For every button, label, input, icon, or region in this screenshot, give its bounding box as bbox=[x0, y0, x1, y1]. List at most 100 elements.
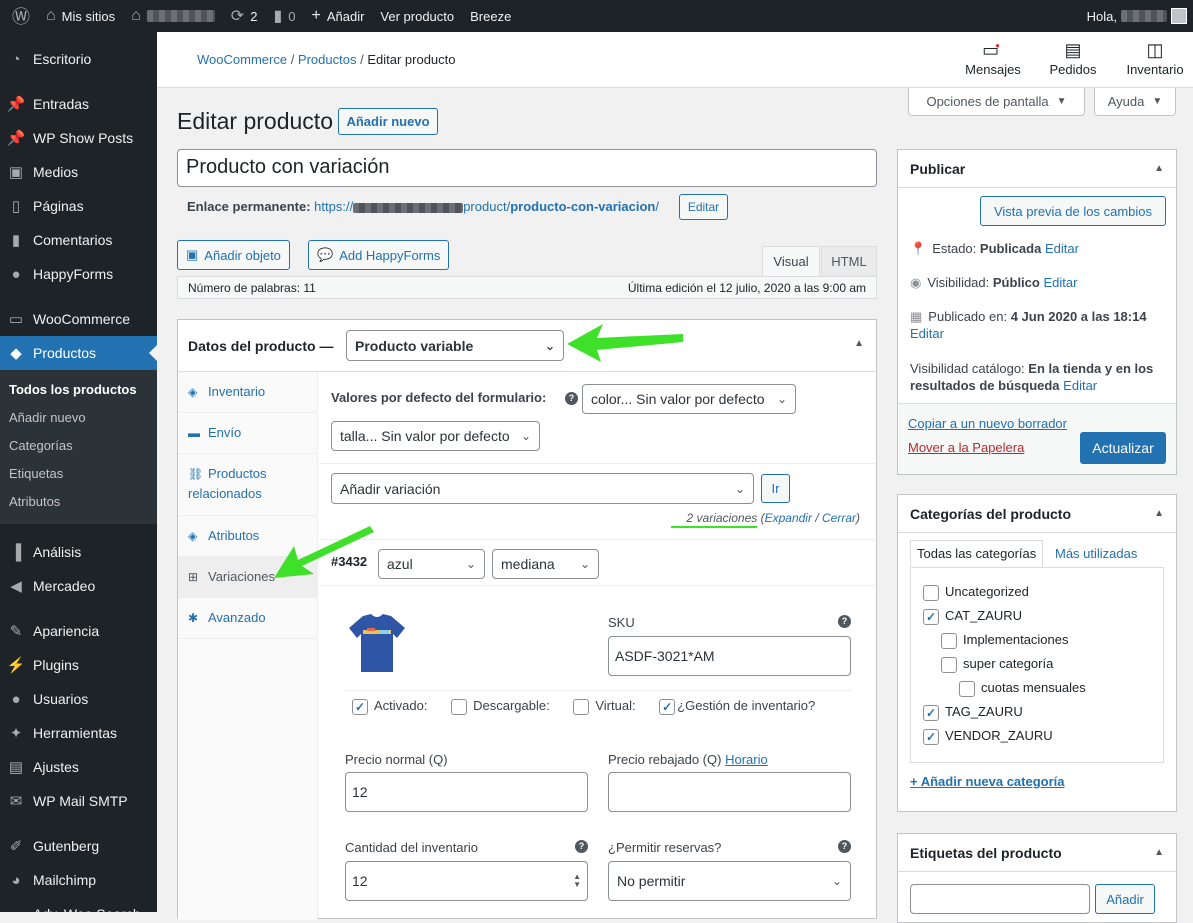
permalink-url[interactable]: https://product/producto-con-variacion/ bbox=[314, 199, 659, 214]
edit-status-link[interactable]: Editar bbox=[1045, 241, 1079, 256]
sku-input[interactable]: ASDF-3021*AM bbox=[608, 636, 851, 676]
category-item[interactable]: ✓ TAG_ZAURU bbox=[923, 704, 1023, 721]
tab-visual[interactable]: Visual bbox=[762, 246, 820, 276]
menu-item-gutenberg[interactable]: ✐ Gutenberg bbox=[0, 829, 157, 863]
my-sites-link[interactable]: ⌂ Mis sitios bbox=[38, 0, 123, 32]
submenu-item[interactable]: Añadir nuevo bbox=[0, 404, 157, 432]
add-variation-select[interactable]: Añadir variación ⌄ bbox=[331, 473, 754, 504]
help-button[interactable]: Ayuda ▼ bbox=[1094, 88, 1176, 116]
tab-avanzado[interactable]: ✱ Avanzado bbox=[178, 598, 317, 639]
site-name-link[interactable]: ⌂ bbox=[123, 0, 223, 32]
add-new-button[interactable]: Añadir nuevo bbox=[338, 108, 438, 135]
downloadable-checkbox[interactable]: Descargable: bbox=[451, 698, 550, 715]
submenu-item[interactable]: Todos los productos bbox=[0, 376, 157, 404]
checkbox[interactable] bbox=[941, 656, 957, 673]
tshirt-thumbnail[interactable] bbox=[345, 612, 409, 674]
checkbox[interactable]: ✓ bbox=[923, 728, 939, 745]
default-size-select[interactable]: talla... Sin valor por defecto ⌄ bbox=[331, 421, 540, 451]
view-product-link[interactable]: Ver producto bbox=[372, 0, 462, 32]
add-happyforms-button[interactable]: 💬 Add HappyForms bbox=[308, 240, 450, 270]
update-button[interactable]: Actualizar bbox=[1080, 432, 1166, 464]
checkbox[interactable]: ✓ bbox=[923, 608, 939, 625]
inventory-button[interactable]: ◫ Inventario bbox=[1122, 40, 1188, 77]
default-color-select[interactable]: color... Sin valor por defecto ⌄ bbox=[582, 384, 796, 414]
category-item[interactable]: ✓ CAT_ZAURU bbox=[923, 608, 1022, 625]
close-link[interactable]: Cerrar bbox=[822, 511, 856, 525]
submenu-item[interactable]: Atributos bbox=[0, 488, 157, 516]
menu-item-wp-show-posts[interactable]: 📌 WP Show Posts bbox=[0, 121, 157, 155]
collapse-icon[interactable]: ▲ bbox=[1154, 163, 1164, 174]
menu-item-usuarios[interactable]: ● Usuarios bbox=[0, 682, 157, 716]
trash-link[interactable]: Mover a la Papelera bbox=[908, 440, 1024, 455]
tab-inventario[interactable]: ◈ Inventario bbox=[178, 372, 317, 413]
account-menu[interactable]: Hola, bbox=[1079, 0, 1193, 32]
category-item[interactable]: super categoría bbox=[941, 656, 1053, 673]
tab-env-o[interactable]: ▬ Envío bbox=[178, 413, 317, 454]
tab-most-used[interactable]: Más utilizadas bbox=[1055, 546, 1137, 561]
menu-item-woocommerce[interactable]: ▭ WooCommerce bbox=[0, 302, 157, 336]
category-item[interactable]: cuotas mensuales bbox=[959, 680, 1086, 697]
menu-item-medios[interactable]: ▣ Medios bbox=[0, 155, 157, 189]
expand-link[interactable]: Expandir bbox=[765, 511, 812, 525]
stepper-icon[interactable]: ▲ ▼ bbox=[573, 873, 581, 889]
collapse-icon[interactable]: ▲ bbox=[1154, 508, 1164, 519]
new-content-link[interactable]: + Añadir bbox=[303, 0, 372, 32]
collapse-icon[interactable]: ▲ bbox=[1154, 847, 1164, 858]
wordpress-logo[interactable]: Ⓦ bbox=[0, 0, 38, 32]
menu-item-happyforms[interactable]: ● HappyForms bbox=[0, 257, 157, 291]
collapse-icon[interactable]: ▲ bbox=[854, 338, 864, 349]
variation-size-select[interactable]: mediana ⌄ bbox=[492, 549, 599, 579]
tag-input[interactable] bbox=[910, 884, 1090, 914]
tab-all-categories[interactable]: Todas las categorías bbox=[910, 540, 1044, 567]
menu-item-entradas[interactable]: 📌 Entradas bbox=[0, 87, 157, 121]
orders-button[interactable]: ▤ Pedidos bbox=[1045, 40, 1101, 77]
category-item[interactable]: ✓ VENDOR_ZAURU bbox=[923, 728, 1053, 745]
copy-draft-link[interactable]: Copiar a un nuevo borrador bbox=[908, 416, 1067, 431]
menu-item-análisis[interactable]: ▐ Análisis bbox=[0, 535, 157, 569]
menu-item-apariencia[interactable]: ✎ Apariencia bbox=[0, 614, 157, 648]
publish-header[interactable]: Publicar ▲ bbox=[898, 150, 1176, 188]
backorders-select[interactable]: No permitir ⌄ bbox=[608, 861, 851, 901]
edit-visibility-link[interactable]: Editar bbox=[1043, 275, 1077, 290]
tab-productos-relacionados[interactable]: ⛓ Productos relacionados bbox=[178, 454, 317, 516]
category-item[interactable]: Implementaciones bbox=[941, 632, 1069, 649]
add-tag-button[interactable]: Añadir bbox=[1095, 884, 1155, 914]
preview-button[interactable]: Vista previa de los cambios bbox=[980, 196, 1166, 226]
variation-color-select[interactable]: azul ⌄ bbox=[378, 549, 485, 579]
menu-item-páginas[interactable]: ▯ Páginas bbox=[0, 189, 157, 223]
manage-stock-checkbox[interactable]: ✓ ¿Gestión de inventario? bbox=[659, 698, 815, 715]
product-type-select[interactable]: Producto variable ⌄ bbox=[346, 330, 564, 361]
tags-header[interactable]: Etiquetas del producto ▲ bbox=[898, 834, 1176, 872]
menu-item-productos[interactable]: ◆ Productos bbox=[0, 336, 157, 370]
go-button[interactable]: Ir bbox=[761, 474, 790, 503]
edit-date-link[interactable]: Editar bbox=[910, 326, 944, 341]
enabled-checkbox[interactable]: ✓ Activado: bbox=[352, 698, 427, 715]
checkbox[interactable]: ✓ bbox=[923, 704, 939, 721]
add-media-button[interactable]: ▣ Añadir objeto bbox=[177, 240, 290, 270]
menu-item-mailchimp[interactable]: ◕ Mailchimp bbox=[0, 863, 157, 897]
breadcrumb-products[interactable]: Productos bbox=[298, 52, 357, 67]
regular-price-input[interactable]: 12 bbox=[345, 772, 588, 812]
categories-header[interactable]: Categorías del producto ▲ bbox=[898, 495, 1176, 533]
menu-item-comentarios[interactable]: ▮ Comentarios bbox=[0, 223, 157, 257]
virtual-checkbox[interactable]: Virtual: bbox=[573, 698, 636, 715]
submenu-item[interactable]: Categorías bbox=[0, 432, 157, 460]
tab-html[interactable]: HTML bbox=[821, 246, 877, 276]
breadcrumb-woocommerce[interactable]: WooCommerce bbox=[197, 52, 287, 67]
menu-item-adv-woo-search[interactable]: ⌕Adv. Woo Search bbox=[0, 897, 157, 913]
sale-price-input[interactable] bbox=[608, 772, 851, 812]
comments-link[interactable]: ▮ 0 bbox=[265, 0, 303, 32]
stock-qty-input[interactable]: 12 ▲ ▼ bbox=[345, 861, 588, 901]
product-title-input[interactable]: Producto con variación bbox=[177, 149, 877, 187]
schedule-link[interactable]: Horario bbox=[725, 752, 768, 767]
menu-item-plugins[interactable]: ⚡ Plugins bbox=[0, 648, 157, 682]
checkbox[interactable] bbox=[941, 632, 957, 649]
edit-permalink-button[interactable]: Editar bbox=[679, 194, 728, 220]
messages-button[interactable]: ▭● Mensajes bbox=[963, 40, 1023, 77]
edit-catalog-link[interactable]: Editar bbox=[1063, 378, 1097, 393]
breeze-link[interactable]: Breeze bbox=[462, 0, 519, 32]
menu-item-mercadeo[interactable]: ◀ Mercadeo bbox=[0, 569, 157, 603]
submenu-item[interactable]: Etiquetas bbox=[0, 460, 157, 488]
menu-item-ajustes[interactable]: ▤ Ajustes bbox=[0, 750, 157, 784]
category-item[interactable]: Uncategorized bbox=[923, 584, 1029, 601]
